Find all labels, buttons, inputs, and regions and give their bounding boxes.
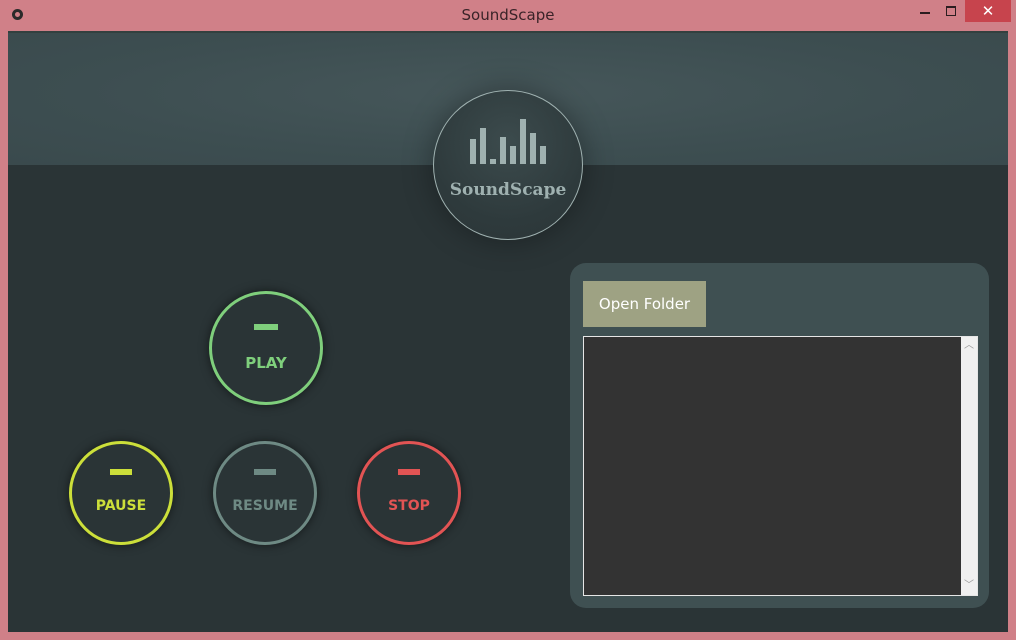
stop-button[interactable]: STOP xyxy=(357,441,461,545)
equalizer-bar xyxy=(520,119,526,164)
play-label: PLAY xyxy=(245,354,287,372)
resume-button[interactable]: RESUME xyxy=(213,441,317,545)
close-icon: ✕ xyxy=(981,2,995,20)
equalizer-bar xyxy=(480,128,486,164)
equalizer-bar xyxy=(540,146,546,164)
equalizer-bar xyxy=(530,133,536,164)
title-bar: SoundScape ✕ xyxy=(0,0,1016,31)
pause-dash-icon xyxy=(110,469,132,475)
scroll-up-icon[interactable]: ︿ xyxy=(961,338,977,354)
stop-label: STOP xyxy=(388,498,430,514)
resume-dash-icon xyxy=(254,469,276,475)
scroll-down-icon[interactable]: ﹀ xyxy=(961,578,977,594)
stop-dash-icon xyxy=(398,469,420,475)
resume-label: RESUME xyxy=(232,498,298,514)
equalizer-bar xyxy=(490,159,496,164)
minimize-icon xyxy=(920,12,930,14)
play-dash-icon xyxy=(254,324,278,330)
pause-label: PAUSE xyxy=(95,498,147,514)
window-title: SoundScape xyxy=(461,6,555,24)
equalizer-bar xyxy=(500,137,506,164)
pause-button[interactable]: PAUSE xyxy=(69,441,173,545)
open-folder-button[interactable]: Open Folder xyxy=(583,281,706,327)
logo-text: SoundScape xyxy=(449,180,567,200)
app-logo: SoundScape xyxy=(433,90,583,240)
close-button[interactable]: ✕ xyxy=(965,0,1011,22)
track-list-scrollbar[interactable]: ︿ ﹀ xyxy=(961,337,977,595)
minimize-button[interactable] xyxy=(912,0,938,22)
equalizer-bar xyxy=(470,139,476,164)
playlist-panel: Open Folder ︿ ﹀ xyxy=(570,263,989,608)
track-list[interactable]: ︿ ﹀ xyxy=(583,336,978,596)
maximize-button[interactable] xyxy=(938,0,964,22)
equalizer-bar xyxy=(510,146,516,164)
maximize-icon xyxy=(946,6,956,16)
play-button[interactable]: PLAY xyxy=(209,291,323,405)
equalizer-icon xyxy=(470,119,550,164)
app-client-area: SoundScape PLAY PAUSE RESUME STOP Open F… xyxy=(8,31,1008,632)
